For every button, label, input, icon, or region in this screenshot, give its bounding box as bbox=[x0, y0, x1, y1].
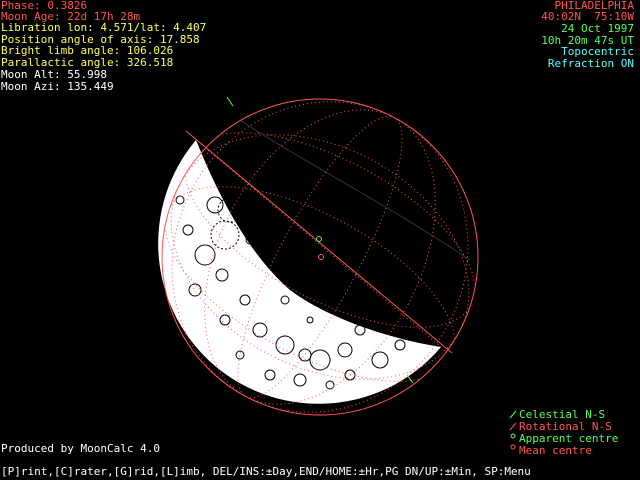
lit-crescent bbox=[158, 140, 442, 404]
mean-centre-marker bbox=[318, 254, 324, 260]
celestial-ns-marker-top bbox=[226, 96, 234, 107]
moon-azi-readout: Moon Azi: 135.449 bbox=[1, 80, 114, 93]
legend-mean: Mean centre bbox=[519, 444, 592, 457]
key-menu-bar[interactable]: [P]rint,[C]rater,[G]rid,[L]imb, DEL/INS:… bbox=[1, 466, 531, 478]
legend: Celestial N-S Rotational N-S Apparent ce… bbox=[508, 409, 618, 457]
apparent-centre-marker bbox=[316, 236, 322, 242]
dark-grid bbox=[239, 119, 471, 261]
celestial-ns-marker-bottom bbox=[406, 374, 414, 384]
refraction-label: Refraction ON bbox=[547, 57, 634, 70]
credit-label: Produced by MoonCalc 4.0 bbox=[1, 442, 160, 455]
